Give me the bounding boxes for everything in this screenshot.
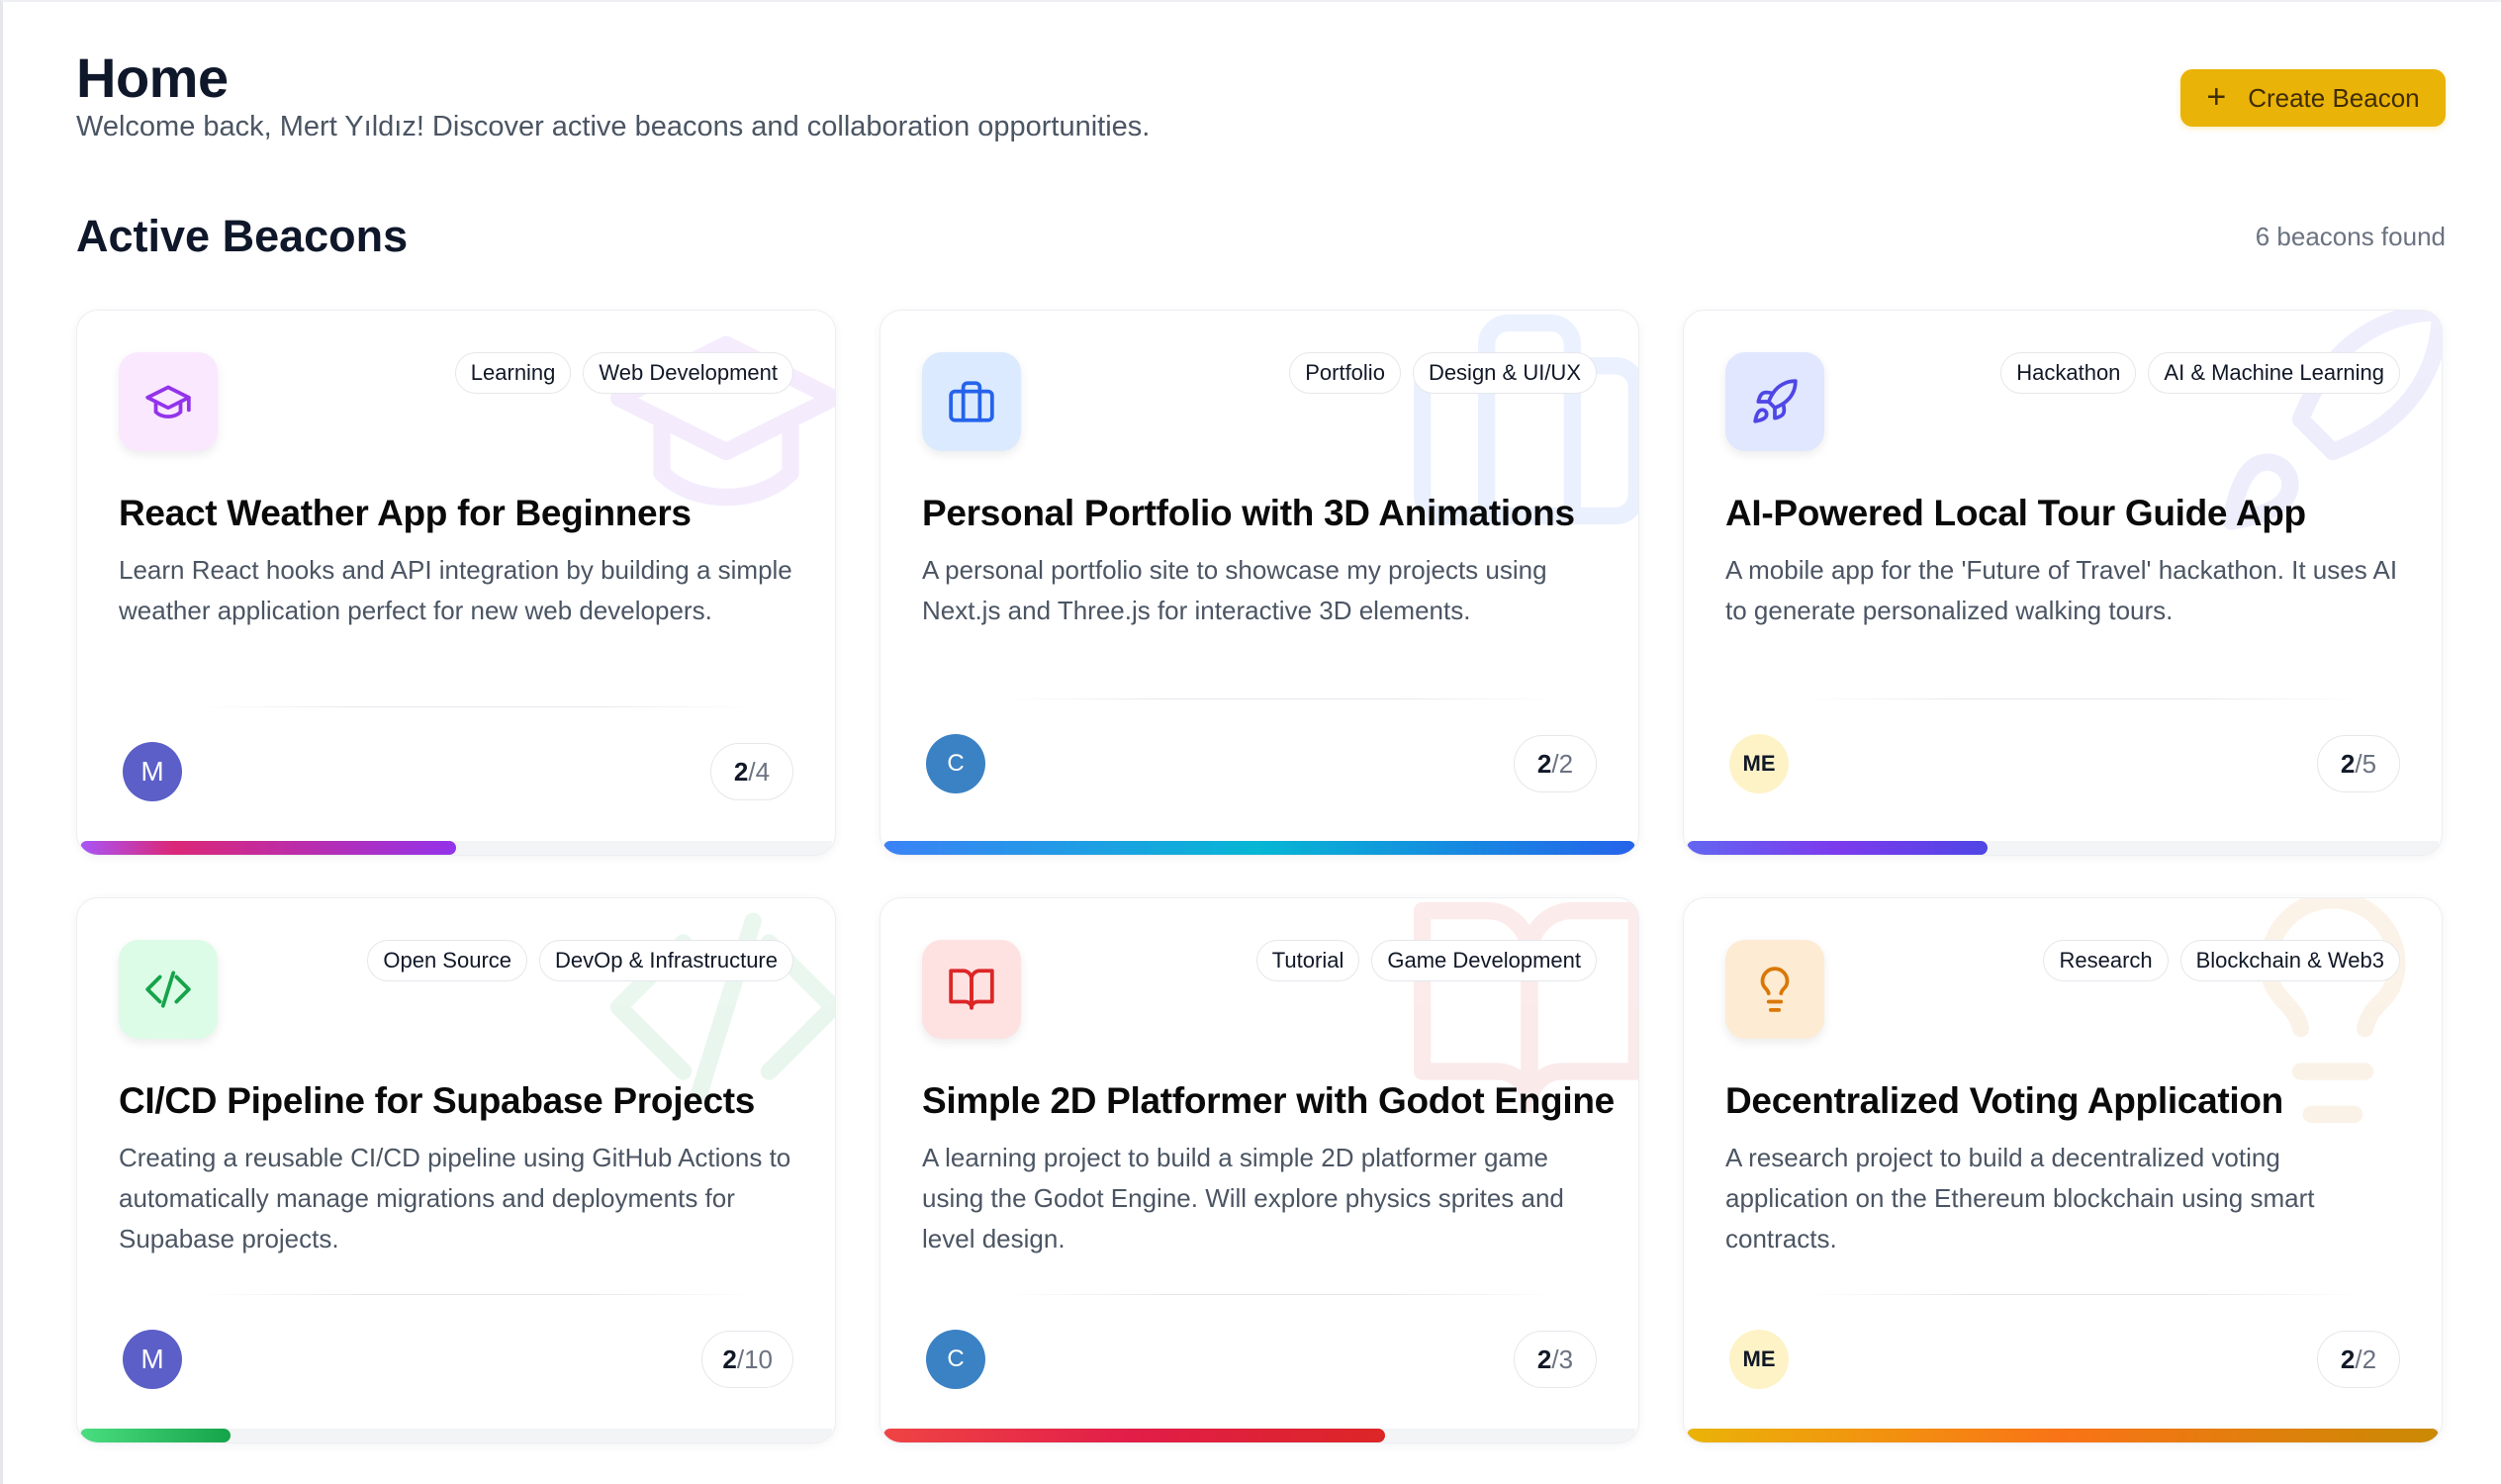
- progress-track: [883, 841, 1635, 855]
- tag[interactable]: Learning: [454, 352, 572, 394]
- member-count-badge: 2/10: [701, 1331, 793, 1388]
- graduation-cap-icon: [119, 352, 218, 451]
- owner-avatar[interactable]: C: [926, 734, 985, 793]
- beacon-title[interactable]: Decentralized Voting Application: [1725, 1080, 2283, 1122]
- tag[interactable]: Web Development: [583, 352, 793, 394]
- members-total: /2: [2355, 1344, 2377, 1374]
- tag-list: Tutorial Game Development: [1255, 940, 1597, 981]
- members-total: /5: [2355, 748, 2377, 779]
- members-filled: 2: [722, 1344, 737, 1374]
- owner-avatar[interactable]: ME: [1729, 734, 1789, 793]
- beacon-count: 6 beacons found: [2255, 222, 2446, 251]
- tag-list: Portfolio Design & UI/UX: [1289, 352, 1597, 394]
- member-count-badge: 2/2: [2317, 1331, 2400, 1388]
- divider: [1803, 698, 2362, 699]
- code-icon: [119, 940, 218, 1039]
- beacon-description: A personal portfolio site to showcase my…: [922, 555, 1547, 625]
- beacon-description: A learning project to build a simple 2D …: [922, 1143, 1564, 1253]
- progress-fill: [1687, 1429, 2439, 1442]
- beacon-title[interactable]: React Weather App for Beginners: [119, 493, 692, 534]
- progress-fill: [80, 841, 456, 855]
- tag[interactable]: Design & UI/UX: [1412, 352, 1597, 394]
- divider: [999, 698, 1559, 699]
- tag[interactable]: Hackathon: [2000, 352, 2137, 394]
- beacon-description: A mobile app for the 'Future of Travel' …: [1725, 555, 2398, 625]
- member-count-badge: 2/2: [1514, 735, 1597, 792]
- tag[interactable]: Open Source: [367, 940, 528, 981]
- beacon-card[interactable]: Tutorial Game Development Simple 2D Plat…: [880, 897, 1639, 1443]
- briefcase-icon: [922, 352, 1021, 451]
- progress-fill: [1687, 841, 1988, 855]
- members-total: /2: [1551, 748, 1574, 779]
- beacon-card[interactable]: Open Source DevOp & Infrastructure CI/CD…: [76, 897, 836, 1443]
- beacon-card[interactable]: Research Blockchain & Web3 Decentralized…: [1683, 897, 2443, 1443]
- member-count-badge: 2/5: [2317, 735, 2400, 792]
- lightbulb-icon: [1725, 940, 1824, 1039]
- progress-track: [80, 841, 832, 855]
- divider: [1803, 1294, 2362, 1295]
- tag-list: Learning Web Development: [454, 352, 793, 394]
- beacon-card[interactable]: Hackathon AI & Machine Learning AI-Power…: [1683, 310, 2443, 856]
- member-count-badge: 2/4: [710, 743, 793, 800]
- tag[interactable]: AI & Machine Learning: [2148, 352, 2400, 394]
- divider: [196, 706, 756, 707]
- members-filled: 2: [2340, 748, 2356, 779]
- tag[interactable]: DevOp & Infrastructure: [539, 940, 793, 981]
- beacon-title[interactable]: Personal Portfolio with 3D Animations: [922, 493, 1575, 534]
- progress-track: [1687, 1429, 2439, 1442]
- progress-fill: [883, 841, 1635, 855]
- owner-avatar[interactable]: C: [926, 1330, 985, 1389]
- tag-list: Research Blockchain & Web3: [2043, 940, 2400, 981]
- create-beacon-label: Create Beacon: [2248, 82, 2420, 113]
- beacon-title[interactable]: CI/CD Pipeline for Supabase Projects: [119, 1080, 755, 1122]
- home-page: Home Welcome back, Mert Yıldız! Discover…: [76, 40, 2446, 1464]
- beacon-grid: Learning Web Development React Weather A…: [76, 310, 2446, 1443]
- section-title: Active Beacons: [76, 211, 409, 261]
- owner-avatar[interactable]: M: [123, 742, 182, 801]
- progress-track: [883, 1429, 1635, 1442]
- book-open-icon: [922, 940, 1021, 1039]
- beacon-description: Learn React hooks and API integration by…: [119, 555, 792, 625]
- page-title: Home: [76, 46, 229, 109]
- tag[interactable]: Blockchain & Web3: [2179, 940, 2400, 981]
- owner-avatar[interactable]: M: [123, 1330, 182, 1389]
- beacon-description: Creating a reusable CI/CD pipeline using…: [119, 1143, 791, 1253]
- plus-icon: +: [2206, 77, 2227, 116]
- member-count-badge: 2/3: [1514, 1331, 1597, 1388]
- welcome-message: Welcome back, Mert Yıldız! Discover acti…: [76, 111, 1151, 142]
- tag[interactable]: Tutorial: [1255, 940, 1360, 981]
- beacon-title[interactable]: AI-Powered Local Tour Guide App: [1725, 493, 2306, 534]
- tag-list: Open Source DevOp & Infrastructure: [367, 940, 793, 981]
- tag[interactable]: Portfolio: [1289, 352, 1401, 394]
- beacon-card[interactable]: Portfolio Design & UI/UX Personal Portfo…: [880, 310, 1639, 856]
- members-filled: 2: [1536, 748, 1552, 779]
- members-filled: 2: [733, 756, 749, 787]
- progress-fill: [80, 1429, 231, 1442]
- beacon-title[interactable]: Simple 2D Platformer with Godot Engine: [922, 1080, 1615, 1122]
- rocket-icon: [1725, 352, 1824, 451]
- members-total: /4: [748, 756, 771, 787]
- owner-avatar[interactable]: ME: [1729, 1330, 1789, 1389]
- tag[interactable]: Research: [2043, 940, 2169, 981]
- divider: [999, 1294, 1559, 1295]
- tag-list: Hackathon AI & Machine Learning: [2000, 352, 2400, 394]
- members-filled: 2: [2340, 1344, 2356, 1374]
- members-total: /10: [736, 1344, 773, 1374]
- members-total: /3: [1551, 1344, 1574, 1374]
- beacon-card[interactable]: Learning Web Development React Weather A…: [76, 310, 836, 856]
- tag[interactable]: Game Development: [1371, 940, 1597, 981]
- divider: [196, 1294, 756, 1295]
- progress-track: [1687, 841, 2439, 855]
- progress-fill: [883, 1429, 1385, 1442]
- page-header: Home Welcome back, Mert Yıldız! Discover…: [76, 40, 2446, 168]
- create-beacon-button[interactable]: + Create Beacon: [2180, 69, 2446, 127]
- members-filled: 2: [1536, 1344, 1552, 1374]
- beacon-description: A research project to build a decentrali…: [1725, 1143, 2315, 1253]
- progress-track: [80, 1429, 832, 1442]
